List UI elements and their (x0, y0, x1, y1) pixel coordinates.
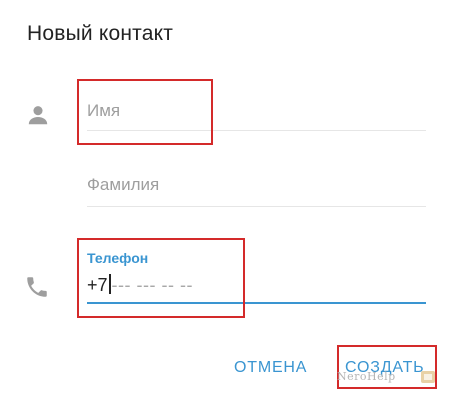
dialog-title: Новый контакт (27, 22, 174, 45)
first-name-underline (87, 130, 426, 131)
watermark-logo-icon (421, 371, 435, 383)
first-name-placeholder: Имя (87, 101, 121, 120)
phone-mask: --- --- -- -- (111, 275, 193, 295)
last-name-field[interactable]: Фамилия (87, 170, 426, 210)
last-name-placeholder: Фамилия (87, 175, 160, 194)
phone-underline (87, 302, 426, 304)
cancel-button[interactable]: ОТМЕНА (234, 359, 307, 377)
phone-value-row[interactable]: +7 --- --- -- -- (87, 274, 193, 296)
last-name-underline (87, 206, 426, 207)
watermark-text: NeroHelp (337, 370, 396, 383)
phone-field[interactable]: Телефон +7 --- --- -- -- (87, 248, 426, 308)
first-name-field[interactable]: Имя (87, 95, 426, 135)
new-contact-dialog: Новый контакт Имя Фамилия Телефон +7 --- … (0, 0, 450, 400)
phone-icon (27, 277, 47, 297)
person-icon (28, 106, 48, 125)
text-cursor (108, 274, 111, 294)
phone-value: +7 (87, 275, 108, 295)
phone-label: Телефон (87, 250, 149, 266)
